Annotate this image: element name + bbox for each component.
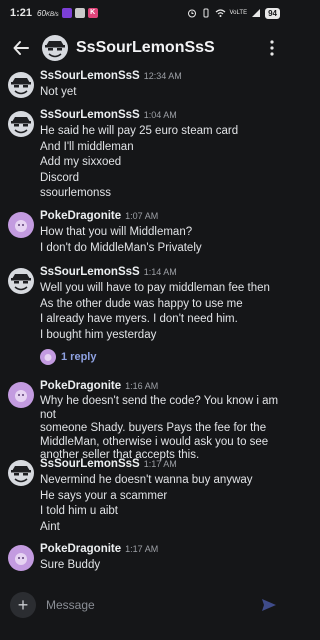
message-group[interactable]: PokeDragonite 1:17 AM Sure Buddy	[0, 543, 166, 574]
user-avatar[interactable]	[8, 545, 34, 571]
user-avatar[interactable]	[42, 35, 68, 61]
reply-count[interactable]: 1 reply	[61, 351, 96, 363]
message-group[interactable]: SsSourLemonSsS 1:04 AM He said he will p…	[0, 109, 246, 202]
message-header: PokeDragonite 1:07 AM	[40, 210, 202, 225]
message-group[interactable]: SsSourLemonSsS 1:14 AM Well you will hav…	[0, 266, 278, 365]
add-attachment-button[interactable]: +	[10, 592, 36, 618]
status-right: VoLTE 94	[187, 7, 280, 19]
message-timestamp: 1:04 AM	[143, 110, 177, 120]
message-text: ssourlemonss	[40, 187, 111, 199]
vibrate-icon	[203, 8, 209, 18]
message-text: I don't do MiddleMan's Privately	[40, 241, 202, 254]
message-timestamp: 1:07 AM	[125, 211, 159, 221]
send-icon	[262, 599, 276, 611]
message-text: Why he doesn't send the code? You know i…	[40, 395, 279, 421]
message-timestamp: 1:17 AM	[125, 544, 159, 554]
message-author[interactable]: PokeDragonite	[40, 210, 121, 222]
kik-app-icon: K	[87, 8, 98, 18]
message-timestamp: 1:16 AM	[125, 381, 159, 391]
reply-avatar	[40, 348, 56, 365]
message-text: Add my sixxoed	[40, 156, 122, 168]
message-text: He says your a scammer	[40, 489, 168, 502]
message-text: How that you will Middleman?	[40, 226, 193, 238]
user-avatar[interactable]	[8, 212, 34, 238]
message-text: Well you will have to pay middleman fee …	[40, 282, 270, 294]
message-author[interactable]: PokeDragonite	[40, 380, 121, 392]
message-timestamp: 1:17 AM	[143, 459, 177, 469]
message-composer: +	[0, 586, 290, 624]
message-header: PokeDragonite 1:16 AM	[40, 380, 282, 395]
message-group[interactable]: PokeDragonite 1:16 AM Why he doesn't sen…	[0, 380, 290, 463]
status-app-icons: 60KB/s K	[37, 8, 98, 18]
message-timestamp: 12:34 AM	[143, 71, 182, 81]
message-header: SsSourLemonSsS 1:04 AM	[40, 109, 238, 124]
message-timestamp: 1:14 AM	[143, 267, 177, 277]
message-group[interactable]: SsSourLemonSsS 1:17 AM Nevermind he does…	[0, 458, 261, 535]
message-text: I told him u aibt	[40, 505, 118, 517]
message-text: Nevermind he doesn't wanna buy anyway	[40, 474, 253, 486]
message-header: SsSourLemonSsS 1:14 AM	[40, 266, 270, 281]
back-button[interactable]	[10, 37, 32, 59]
plus-icon: +	[17, 595, 29, 615]
message-author[interactable]: SsSourLemonSsS	[40, 266, 140, 278]
signal-icon	[252, 9, 261, 17]
app-icon	[74, 8, 85, 18]
kebab-menu-icon	[270, 40, 274, 56]
message-input[interactable]	[46, 591, 250, 619]
message-text: As the other dude was happy to use me	[40, 297, 243, 310]
volte-label: VoLTE	[229, 10, 248, 16]
user-avatar[interactable]	[8, 268, 34, 294]
message-text: Not yet	[40, 86, 77, 98]
message-text: MiddleMan, otherwise i would ask you to …	[40, 435, 269, 448]
user-avatar[interactable]	[8, 460, 34, 486]
message-header: SsSourLemonSsS 12:34 AM	[40, 70, 182, 85]
send-button[interactable]	[258, 594, 280, 616]
user-avatar[interactable]	[8, 72, 34, 98]
message-text: Aint	[40, 520, 60, 533]
alarm-icon	[187, 9, 196, 18]
arrow-left-icon	[13, 41, 29, 55]
message-author[interactable]: SsSourLemonSsS	[40, 70, 140, 82]
message-text: someone Shady. buyers Pays the fee for t…	[40, 422, 267, 434]
message-text: Discord	[40, 171, 79, 184]
message-header: PokeDragonite 1:17 AM	[40, 543, 158, 558]
user-avatar[interactable]	[8, 382, 34, 408]
message-group[interactable]: PokeDragonite 1:07 AM How that you will …	[0, 210, 210, 256]
channel-title: SsSourLemonSsS	[76, 39, 215, 56]
message-text: Sure Buddy	[40, 559, 101, 571]
system-nav-bar	[0, 626, 290, 640]
message-text: I bought him yesterday	[40, 328, 157, 341]
message-author[interactable]: PokeDragonite	[40, 543, 121, 555]
message-text: He said he will pay 25 euro steam card	[40, 125, 239, 137]
wifi-icon	[215, 9, 225, 17]
more-options-button[interactable]	[264, 37, 280, 59]
network-speed: 60KB/s	[37, 8, 59, 18]
message-group[interactable]: SsSourLemonSsS 12:34 AM Not yet	[0, 70, 190, 101]
message-text: And I'll middleman	[40, 140, 134, 153]
user-avatar[interactable]	[8, 111, 34, 137]
status-bar: 1:21 60KB/s K VoLTE 94	[0, 0, 290, 26]
message-author[interactable]: SsSourLemonSsS	[40, 458, 140, 470]
message-text: I already have myers. I don't need him.	[40, 313, 238, 325]
channel-header: SsSourLemonSsS	[0, 26, 290, 70]
battery-indicator: 94	[265, 7, 280, 19]
thread-reply-link[interactable]: 1 reply	[40, 348, 270, 365]
messenger-app-icon	[61, 8, 72, 18]
message-header: SsSourLemonSsS 1:17 AM	[40, 458, 253, 473]
status-time: 1:21	[10, 7, 33, 19]
message-author[interactable]: SsSourLemonSsS	[40, 109, 140, 121]
